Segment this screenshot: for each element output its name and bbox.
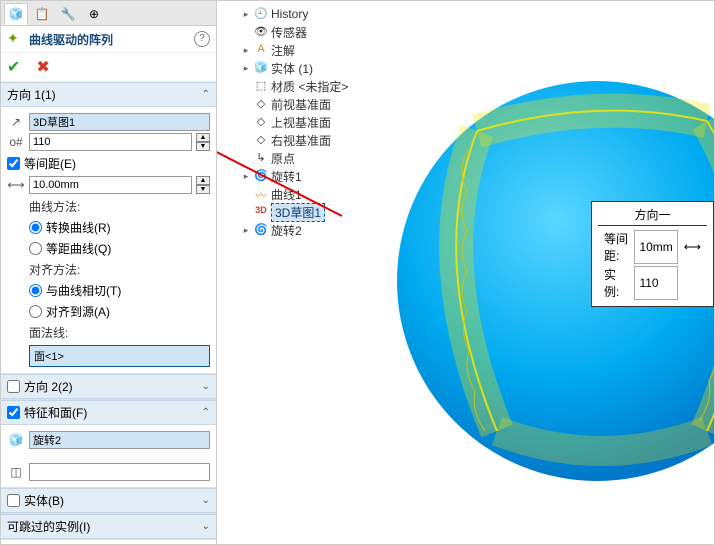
chevron-down-icon: ⌄: [202, 381, 210, 392]
callout-spacing[interactable]: 10mm: [634, 230, 677, 264]
property-manager-panel: 🧊 📋 🔧 ⊕ ✦ 曲线驱动的阵列 ? ✔ ✖ 方向 1(1) ⌃ ↗ o# ▲…: [1, 1, 217, 544]
section-header-skip[interactable]: 可跳过的实例(I) ⌄: [1, 514, 216, 539]
section-title-d2: 方向 2(2): [24, 378, 73, 395]
ok-button[interactable]: ✔: [7, 57, 20, 77]
count-spinner[interactable]: ▲▼: [196, 133, 210, 151]
pm-tabs: 🧊 📋 🔧 ⊕: [1, 1, 216, 26]
chevron-up-icon: ⌃: [202, 407, 210, 418]
section-header-d1[interactable]: 方向 1(1) ⌃: [1, 82, 216, 107]
face-input[interactable]: [29, 463, 210, 481]
align-method-label: 对齐方法:: [29, 259, 210, 280]
count-input[interactable]: [29, 133, 192, 151]
section-header-body[interactable]: 实体(B) ⌄: [1, 488, 216, 513]
section-body: 实体(B) ⌄: [1, 488, 216, 514]
radio-tangent[interactable]: [29, 284, 42, 297]
curve-method-label: 曲线方法:: [29, 196, 210, 217]
radio-transform-curve[interactable]: [29, 221, 42, 234]
body-checkbox[interactable]: [7, 494, 20, 507]
section-features: 特征和面(F) ⌃ 🧊 ◫: [1, 400, 216, 488]
face-selection[interactable]: 面<1>: [29, 345, 210, 367]
feature-input[interactable]: [29, 431, 210, 449]
cancel-button[interactable]: ✖: [36, 57, 49, 77]
chevron-down-icon: ⌄: [202, 495, 210, 506]
face-icon: ◫: [7, 465, 25, 479]
spacing-spinner[interactable]: ▲▼: [196, 176, 210, 194]
curve-input[interactable]: [29, 113, 210, 131]
graphics-view[interactable]: ⋮ ▸🕘History 👁传感器 ▸A注解 ▸🧊实体 (1) ⬚材质 <未指定>…: [217, 1, 714, 544]
curve-icon: ↗: [7, 115, 25, 129]
section-header-feat[interactable]: 特征和面(F) ⌃: [1, 400, 216, 425]
confirm-bar: ✔ ✖: [1, 53, 216, 82]
tab-2[interactable]: 📋: [30, 3, 54, 25]
tab-4[interactable]: ⊕: [82, 3, 106, 25]
equal-spacing-checkbox[interactable]: [7, 157, 20, 170]
section-direction-2: 方向 2(2) ⌄: [1, 374, 216, 400]
radio-align-seed[interactable]: [29, 305, 42, 318]
spacing-icon: ⟷: [7, 178, 25, 192]
count-icon: o#: [7, 135, 25, 149]
section-title-body: 实体(B): [24, 492, 64, 509]
tab-3[interactable]: 🔧: [56, 3, 80, 25]
pattern-icon: ✦: [7, 30, 25, 48]
callout-title: 方向一: [598, 206, 707, 226]
callout-instances[interactable]: 110: [634, 266, 677, 300]
feat-checkbox[interactable]: [7, 406, 20, 419]
radio-offset-curve[interactable]: [29, 242, 42, 255]
face-normal-label: 面法线:: [29, 322, 210, 343]
chevron-up-icon: ⌃: [202, 89, 210, 100]
tab-feature[interactable]: 🧊: [4, 3, 28, 25]
feature-title: 曲线驱动的阵列: [29, 31, 113, 48]
section-direction-1: 方向 1(1) ⌃ ↗ o# ▲▼ 等间距(E) ⟷ ▲▼: [1, 82, 216, 374]
d2-enable-checkbox[interactable]: [7, 380, 20, 393]
pattern-callout[interactable]: 方向一 等间距:10mm⟷ 实例:110: [591, 201, 714, 307]
feature-header: ✦ 曲线驱动的阵列 ?: [1, 26, 216, 53]
section-skip: 可跳过的实例(I) ⌄: [1, 514, 216, 540]
feature-icon: 🧊: [7, 433, 25, 447]
section-title-d1: 方向 1(1): [7, 86, 56, 103]
spacing-input[interactable]: [29, 176, 192, 194]
section-header-d2[interactable]: 方向 2(2) ⌄: [1, 374, 216, 399]
chevron-down-icon: ⌄: [202, 521, 210, 532]
section-title-feat: 特征和面(F): [24, 404, 87, 421]
help-icon[interactable]: ?: [194, 31, 210, 47]
equal-spacing-label: 等间距(E): [24, 155, 76, 172]
section-title-skip: 可跳过的实例(I): [7, 518, 90, 535]
